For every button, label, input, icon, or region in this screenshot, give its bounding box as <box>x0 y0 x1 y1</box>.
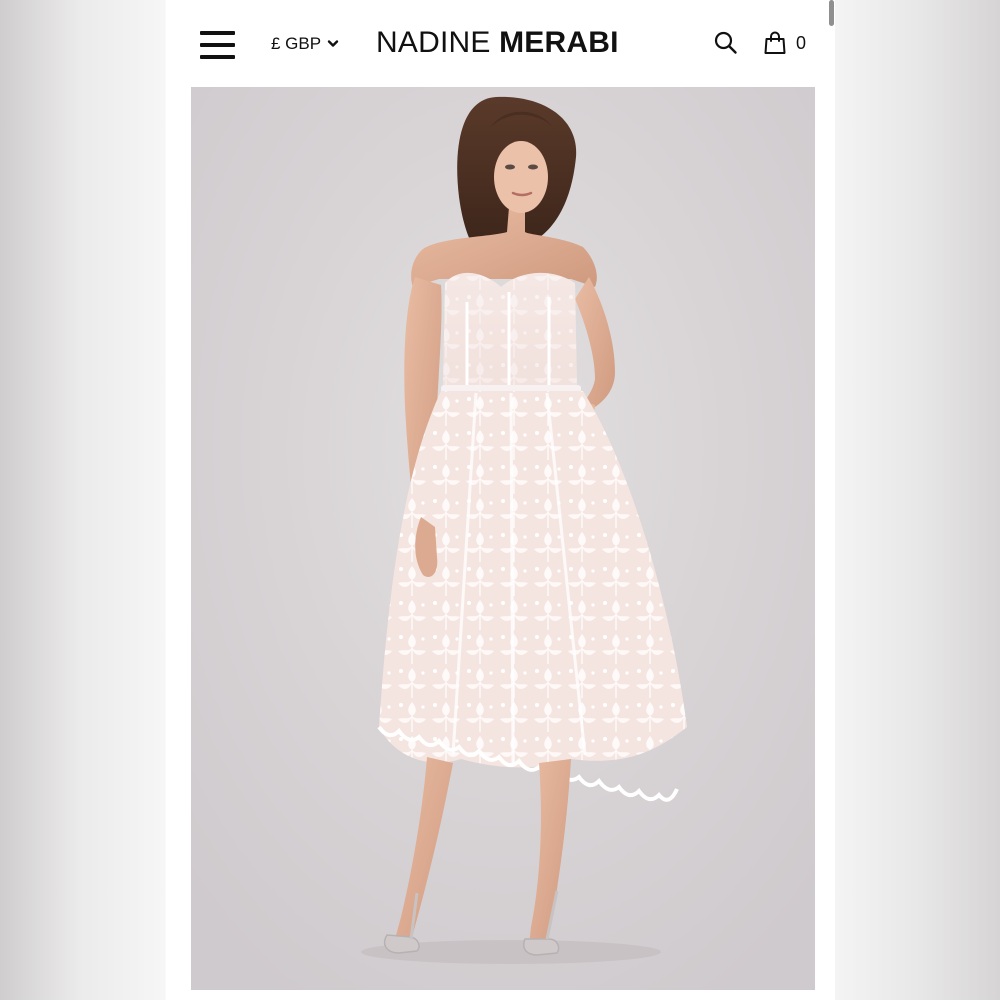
currency-selector[interactable]: £ GBP <box>271 33 339 55</box>
site-header: £ GBP NADINE MERABI 0 <box>166 0 835 86</box>
shopping-bag-button[interactable]: 0 <box>764 30 806 56</box>
menu-button[interactable] <box>198 28 236 62</box>
chevron-down-icon <box>327 40 339 47</box>
currency-label: £ GBP <box>271 34 322 53</box>
search-icon <box>714 31 737 54</box>
mobile-page: £ GBP NADINE MERABI 0 <box>166 0 835 1000</box>
brand-name-light: NADINE <box>376 26 491 59</box>
cart-count: 0 <box>796 32 807 53</box>
brand-name-bold: MERABI <box>499 26 619 59</box>
brand-logo[interactable]: NADINE MERABI <box>376 26 619 60</box>
shopping-bag-icon <box>764 31 786 54</box>
product-photo <box>191 87 815 990</box>
product-image[interactable] <box>191 87 815 990</box>
search-button[interactable] <box>713 30 739 56</box>
